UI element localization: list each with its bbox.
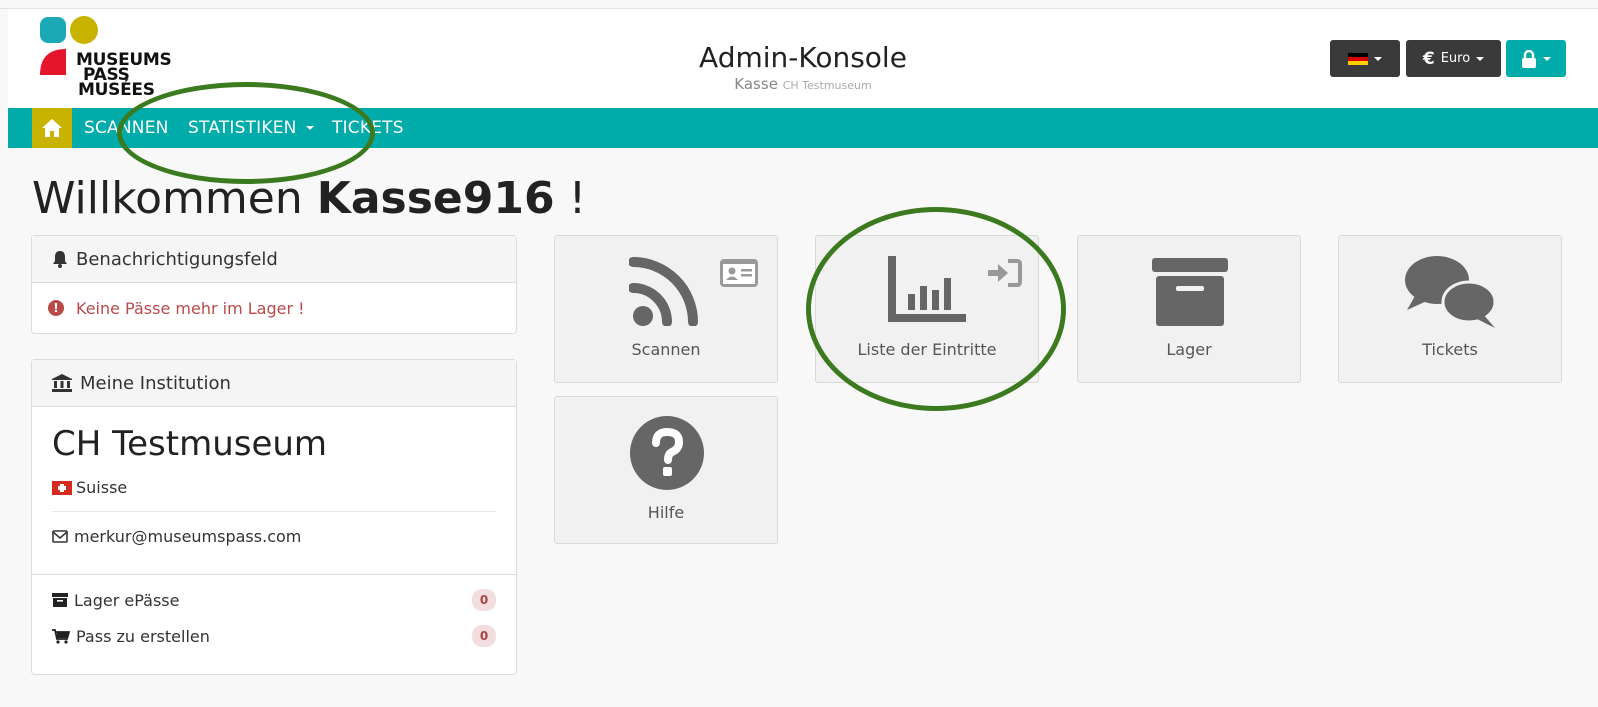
stock-alert: ! Keine Pässe mehr im Lager ! [32, 283, 516, 333]
nav-statistiken[interactable]: STATISTIKEN [188, 108, 315, 148]
tile-lager-label: Lager [1166, 340, 1212, 359]
page-subtitle: Kasse CH Testmuseum [8, 75, 1598, 95]
envelope-icon [52, 530, 68, 543]
pass-to-create-count-badge: 0 [472, 625, 496, 647]
swiss-flag-icon [52, 480, 72, 495]
caret-down-icon [306, 126, 315, 130]
institution-email-text: merkur@museumspass.com [74, 527, 302, 546]
euro-icon: € [1422, 48, 1435, 69]
subtitle-role: Kasse [734, 75, 778, 93]
stock-epass-label: Lager ePässe [74, 590, 180, 610]
id-card-icon [720, 259, 758, 287]
institution-country-label: Suisse [76, 478, 128, 497]
currency-dropdown-button[interactable]: € Euro [1406, 40, 1501, 77]
header: MUSEUMS PASS MUSÉES Admin-Konsole Kasse … [8, 9, 1598, 108]
comments-icon [1405, 256, 1497, 328]
rss-icon [629, 257, 698, 326]
caret-down-icon [1476, 56, 1485, 61]
main-navbar: SCANNEN STATISTIKEN TICKETS [8, 108, 1598, 148]
bell-icon [53, 251, 67, 268]
institution-icon [52, 374, 72, 392]
currency-label: Euro [1440, 51, 1471, 66]
stock-epass-count-badge: 0 [472, 589, 496, 611]
german-flag-icon [1348, 52, 1368, 65]
pass-to-create-row[interactable]: Pass zu erstellen 0 [52, 625, 496, 647]
tile-tickets-label: Tickets [1422, 340, 1478, 359]
notification-panel-title: Benachrichtigungsfeld [76, 248, 278, 270]
welcome-username: Kasse916 [316, 173, 555, 224]
subtitle-institution: CH Testmuseum [782, 79, 872, 92]
institution-panel: Meine Institution CH Testmuseum Suisse m… [31, 359, 517, 675]
welcome-prefix: Willkommen [32, 173, 303, 224]
exclamation-circle-icon: ! [48, 300, 64, 316]
welcome-heading: Willkommen Kasse916 ! [32, 170, 586, 228]
divider [52, 511, 496, 512]
tile-tickets[interactable]: Tickets [1338, 235, 1562, 383]
tile-scannen[interactable]: Scannen [554, 235, 778, 383]
institution-email[interactable]: merkur@museumspass.com [52, 527, 301, 546]
language-dropdown-button[interactable] [1330, 40, 1400, 77]
stock-alert-text: Keine Pässe mehr im Lager ! [76, 298, 305, 318]
question-icon [630, 416, 704, 490]
notification-panel-header: Benachrichtigungsfeld [32, 236, 516, 283]
nav-statistiken-label: STATISTIKEN [188, 118, 297, 138]
tile-lager[interactable]: Lager [1077, 235, 1301, 383]
institution-country: Suisse [52, 478, 127, 497]
notification-panel: Benachrichtigungsfeld ! Keine Pässe mehr… [31, 235, 517, 334]
welcome-suffix: ! [568, 173, 587, 224]
home-button[interactable] [32, 108, 72, 148]
archive-box-icon [1152, 258, 1228, 326]
institution-panel-title: Meine Institution [80, 372, 231, 394]
stock-epass-row[interactable]: Lager ePässe 0 [52, 589, 496, 611]
caret-down-icon [1374, 56, 1382, 61]
pass-to-create-label: Pass zu erstellen [76, 626, 210, 646]
bar-chart-icon [888, 256, 966, 322]
sign-in-icon [988, 259, 1022, 287]
tile-liste-der-eintritte-label: Liste der Eintritte [857, 340, 997, 359]
tile-scannen-label: Scannen [631, 340, 701, 359]
nav-scannen[interactable]: SCANNEN [84, 108, 169, 148]
tile-liste-der-eintritte[interactable]: Liste der Eintritte [815, 235, 1039, 383]
archive-icon [52, 593, 68, 607]
institution-stats: Lager ePässe 0 Pass zu erstellen 0 [32, 574, 516, 674]
institution-name: CH Testmuseum [52, 424, 328, 464]
tile-hilfe[interactable]: Hilfe [554, 396, 778, 544]
shopping-cart-icon [52, 628, 70, 644]
tile-hilfe-label: Hilfe [647, 503, 685, 522]
caret-down-icon [1543, 56, 1551, 61]
nav-tickets[interactable]: TICKETS [332, 108, 404, 148]
lock-icon [1522, 49, 1536, 68]
account-dropdown-button[interactable] [1506, 40, 1566, 77]
home-icon [42, 119, 62, 137]
institution-panel-header: Meine Institution [32, 360, 516, 407]
